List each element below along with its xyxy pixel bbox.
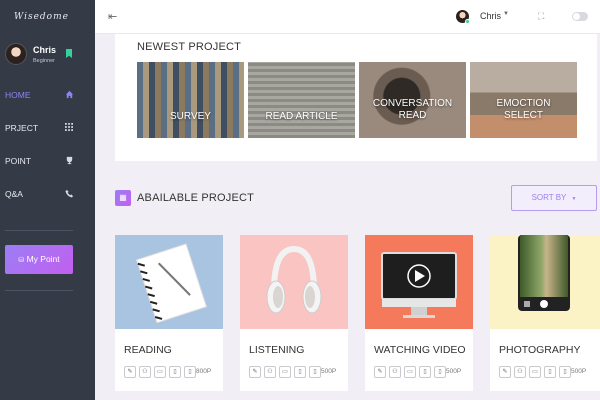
newest-project-title: NEWEST PROJECT bbox=[137, 41, 242, 53]
project-card-photography[interactable]: PHOTOGRAPHY ✎ ⚇ ▭ ▯ ▯ 500P bbox=[490, 235, 600, 391]
sidebar-item-qa[interactable]: Q&A bbox=[0, 187, 95, 201]
sidebar-item-label: HOME bbox=[5, 90, 31, 100]
sidebar-item-label: POINT bbox=[5, 156, 31, 166]
newest-project-panel: NEWEST PROJECT SURVEY READ ARTICLE CONVE… bbox=[115, 34, 597, 161]
my-point-button[interactable]: ⛁ My Point bbox=[5, 245, 73, 274]
user-name: Chris bbox=[33, 45, 57, 55]
theme-toggle[interactable] bbox=[572, 12, 588, 21]
my-point-label: My Point bbox=[26, 254, 60, 264]
sidebar-divider bbox=[5, 290, 73, 291]
chevron-down-icon: ▼ bbox=[571, 196, 577, 202]
card-title: PHOTOGRAPHY bbox=[499, 344, 581, 356]
top-user-name[interactable]: Chris bbox=[480, 11, 501, 21]
online-status-dot bbox=[465, 19, 470, 24]
pen-icon: ✎ bbox=[124, 366, 136, 378]
tablet-icon: ▯ bbox=[419, 366, 431, 378]
sidebar-item-point[interactable]: POINT bbox=[0, 154, 95, 168]
app-logo[interactable]: Wisedome bbox=[14, 12, 69, 22]
sidebar-item-home[interactable]: HOME bbox=[0, 88, 95, 102]
phone-icon: ▯ bbox=[184, 366, 196, 378]
tablet-icon: ▯ bbox=[169, 366, 181, 378]
card-title: WATCHING VIDEO bbox=[374, 344, 466, 356]
avatar bbox=[5, 43, 27, 65]
chevron-down-icon[interactable]: ▼ bbox=[503, 11, 509, 17]
phone-camera-image bbox=[490, 235, 600, 329]
card-caption: READ ARTICLE bbox=[265, 111, 338, 122]
project-card-watching-video[interactable]: WATCHING VIDEO ✎ ⚇ ▭ ▯ ▯ 500P bbox=[365, 235, 473, 391]
card-title: LISTENING bbox=[249, 344, 305, 356]
newest-project-card[interactable]: EMOCTION SELECT bbox=[470, 62, 577, 138]
newest-project-card[interactable]: CONVERSATION READ bbox=[359, 62, 466, 138]
user-role: Beginner bbox=[33, 58, 56, 64]
phone-icon: ▯ bbox=[309, 366, 321, 378]
monitor-image bbox=[365, 235, 473, 329]
project-card-reading[interactable]: READING ✎ ⚇ ▭ ▯ ▯ 800P bbox=[115, 235, 223, 391]
sidebar-divider bbox=[5, 230, 73, 231]
points-value: 500P bbox=[571, 368, 587, 375]
newest-project-card[interactable]: SURVEY bbox=[137, 62, 244, 138]
sort-by-dropdown[interactable]: SORT BY ▼ bbox=[511, 185, 597, 211]
coins-icon: ⛁ bbox=[18, 257, 25, 264]
grid-icon: ▦ bbox=[115, 190, 131, 206]
sort-by-label: SORT BY bbox=[531, 193, 567, 202]
top-bar: ⇤ Chris ▼ ⛶ bbox=[95, 0, 600, 34]
pen-icon: ✎ bbox=[374, 366, 386, 378]
card-caption: SURVEY bbox=[170, 111, 211, 122]
notebook-image bbox=[115, 235, 223, 329]
card-caption: EMOCTION SELECT bbox=[496, 98, 551, 121]
users-icon: ⚇ bbox=[389, 366, 401, 378]
available-project-title: ABAILABLE PROJECT bbox=[137, 192, 255, 204]
bookmark-icon[interactable] bbox=[66, 49, 72, 58]
points-value: 500P bbox=[321, 368, 337, 375]
points-value: 800P bbox=[196, 368, 212, 375]
sidebar-item-label: Q&A bbox=[5, 189, 23, 199]
users-icon: ⚇ bbox=[264, 366, 276, 378]
home-icon bbox=[64, 90, 74, 100]
collapse-sidebar-icon[interactable]: ⇤ bbox=[108, 10, 117, 23]
sidebar-item-project[interactable]: PRJECT bbox=[0, 121, 95, 135]
tablet-icon: ▯ bbox=[294, 366, 306, 378]
sidebar-item-label: PRJECT bbox=[5, 123, 39, 133]
grid-icon bbox=[64, 123, 74, 133]
phone-icon bbox=[64, 189, 74, 199]
headphones-image bbox=[240, 235, 348, 329]
phone-icon: ▯ bbox=[559, 366, 571, 378]
card-title: READING bbox=[124, 344, 172, 356]
sidebar: Wisedome Chris Beginner HOME PRJECT POIN… bbox=[0, 0, 95, 400]
users-icon: ⚇ bbox=[514, 366, 526, 378]
tablet-icon: ▯ bbox=[544, 366, 556, 378]
users-icon: ⚇ bbox=[139, 366, 151, 378]
trophy-icon bbox=[64, 156, 74, 166]
monitor-icon: ▭ bbox=[279, 366, 291, 378]
pen-icon: ✎ bbox=[249, 366, 261, 378]
monitor-icon: ▭ bbox=[529, 366, 541, 378]
card-caption: CONVERSATION READ bbox=[372, 98, 453, 121]
monitor-icon: ▭ bbox=[154, 366, 166, 378]
points-value: 500P bbox=[446, 368, 462, 375]
pen-icon: ✎ bbox=[499, 366, 511, 378]
project-card-listening[interactable]: LISTENING ✎ ⚇ ▭ ▯ ▯ 500P bbox=[240, 235, 348, 391]
fullscreen-icon[interactable]: ⛶ bbox=[538, 11, 544, 22]
phone-icon: ▯ bbox=[434, 366, 446, 378]
user-profile[interactable]: Chris Beginner bbox=[5, 43, 90, 69]
monitor-icon: ▭ bbox=[404, 366, 416, 378]
newest-project-card[interactable]: READ ARTICLE bbox=[248, 62, 355, 138]
